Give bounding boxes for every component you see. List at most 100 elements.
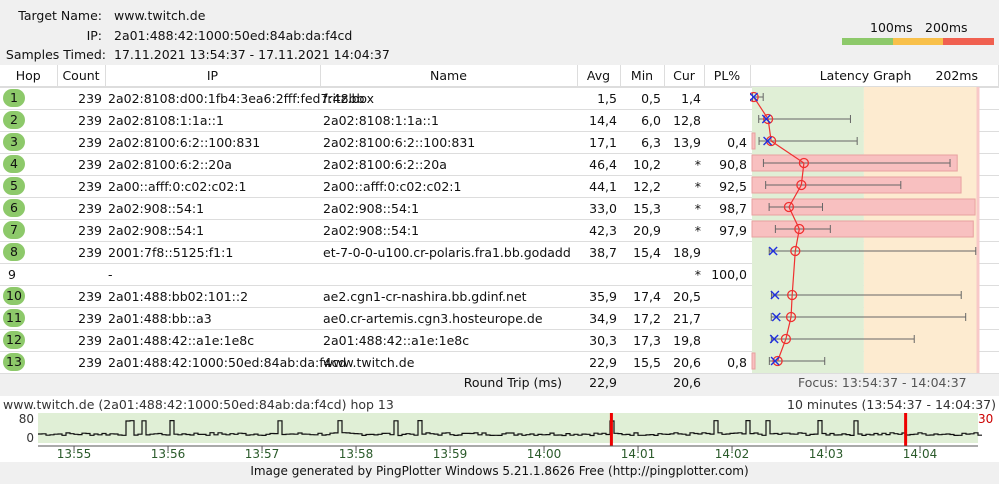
hop-name: 2a02:908::54:1: [320, 219, 577, 242]
hop-avg: 22,9: [577, 351, 620, 374]
col-name[interactable]: Name: [320, 65, 578, 88]
col-latency-graph[interactable]: Latency Graph 202ms: [750, 65, 999, 88]
hop-pl: 92,5: [704, 175, 750, 198]
x-tick-label: 14:01: [621, 447, 656, 461]
hop-badge: 2: [3, 111, 25, 129]
samples-timed: 17.11.2021 13:54:37 - 17.11.2021 14:04:3…: [114, 47, 390, 62]
hop-count: 239: [57, 285, 105, 308]
hop-badge: 7: [3, 221, 25, 239]
hop-name: 2a01:488:42::a1e:1e8c: [320, 329, 577, 352]
hop-badge: 8: [3, 243, 25, 261]
hop-avg: 14,4: [577, 109, 620, 132]
hop-min: [620, 263, 664, 286]
hop-count: 239: [57, 219, 105, 242]
hop-pl: 0,4: [704, 131, 750, 154]
hop-min: 6,3: [620, 131, 664, 154]
hop-cur: *: [664, 263, 704, 286]
hop-ip: 2a01:488:bb02:101::2: [105, 285, 320, 308]
ip-label: IP:: [86, 28, 102, 43]
hop-count: [57, 263, 105, 286]
col-min[interactable]: Min: [620, 65, 665, 88]
timeline-range: 10 minutes (13:54:37 - 14:04:37): [787, 397, 996, 412]
hop-cur: *: [664, 197, 704, 220]
hop-min: 15,3: [620, 197, 664, 220]
hop-cur: 12,8: [664, 109, 704, 132]
hop-name: 2a02:8108:1:1a::1: [320, 109, 577, 132]
x-tick-label: 14:00: [527, 447, 562, 461]
x-tick-label: 13:59: [433, 447, 468, 461]
hop-avg: 17,1: [577, 131, 620, 154]
hop-ip: 2a01:488:42:1000:50ed:84ab:da:f4cd: [105, 351, 346, 374]
col-hop[interactable]: Hop: [0, 65, 58, 88]
hop-avg: 38,7: [577, 241, 620, 264]
timeline-bg: [38, 413, 978, 443]
hop-ip: 2a02:8108:d00:1fb4:3ea6:2fff:fed7:48bb: [105, 87, 364, 110]
hop-count: 239: [57, 329, 105, 352]
timeline-panel[interactable]: 80 0 30 13:55 13:56 13:57 13:58 13:59 14:00 14…: [0, 396, 999, 462]
hop-badge: 13: [3, 353, 25, 371]
hop-name: 2a02:8100:6:2::20a: [320, 153, 577, 176]
round-trip-label: Round Trip (ms): [463, 375, 562, 390]
hop-avg: [577, 263, 620, 286]
hop-cur: *: [664, 219, 704, 242]
hop-ip: 2a01:488:bb::a3: [105, 307, 320, 330]
round-trip-cur: 20,6: [673, 375, 701, 390]
hop-badge: 6: [3, 199, 25, 217]
y-bottom-label: 0: [26, 431, 34, 445]
hop-name: 2a00::afff:0:c02:c02:1: [320, 175, 577, 198]
col-cur[interactable]: Cur: [664, 65, 705, 88]
hop-name: ae0.cr-artemis.cgn3.hosteurope.de: [320, 307, 577, 330]
hop-count: 239: [57, 197, 105, 220]
hop-min: 17,2: [620, 307, 664, 330]
round-trip-avg: 22,9: [589, 375, 617, 390]
footer-credit: Image generated by PingPlotter Windows 5…: [250, 464, 749, 478]
hop-cur: 20,6: [664, 351, 704, 374]
target-ip: 2a01:488:42:1000:50ed:84ab:da:f4cd: [114, 28, 353, 43]
round-trip-row: Round Trip (ms) 22,9 20,6 Focus: 13:54:3…: [0, 372, 999, 394]
hop-cur: 21,7: [664, 307, 704, 330]
hop-name: www.twitch.de: [320, 351, 577, 374]
focus-range: Focus: 13:54:37 - 14:04:37: [798, 375, 967, 390]
hop-avg: 42,3: [577, 219, 620, 242]
x-tick-label: 13:57: [245, 447, 280, 461]
hop-pl: 100,0: [704, 263, 750, 286]
hop-cur: 19,8: [664, 329, 704, 352]
hop-pl: [704, 87, 750, 110]
hop-min: 17,4: [620, 285, 664, 308]
hop-min: 0,5: [620, 87, 664, 110]
timeline-right-label: 30: [978, 412, 993, 426]
hop-avg: 46,4: [577, 153, 620, 176]
hop-ip: 2a02:8108:1:1a::1: [105, 109, 320, 132]
hop-min: 17,3: [620, 329, 664, 352]
latency-graph-label: Latency Graph: [819, 68, 912, 83]
hop-ip: 2a00::afff:0:c02:c02:1: [105, 175, 320, 198]
hop-name: et-7-0-0-u100.cr-polaris.fra1.bb.godadd: [320, 241, 577, 264]
hop-badge: 1: [3, 89, 25, 108]
hop-avg: 34,9: [577, 307, 620, 330]
hop-badge: 4: [3, 155, 25, 173]
hop-ip: -: [105, 263, 320, 286]
hop-pl: 0,8: [704, 351, 750, 374]
hop-count: 239: [57, 153, 105, 176]
x-tick-label: 14:02: [715, 447, 750, 461]
hop-cur: 1,4: [664, 87, 704, 110]
hop-cur: 18,9: [664, 241, 704, 264]
hop-pl: 98,7: [704, 197, 750, 220]
hop-cur: 13,9: [664, 131, 704, 154]
col-count[interactable]: Count: [57, 65, 106, 88]
col-ip[interactable]: IP: [105, 65, 321, 88]
hop-pl: [704, 329, 750, 352]
timeline-title: www.twitch.de (2a01:488:42:1000:50ed:84a…: [3, 397, 394, 412]
hop-avg: 33,0: [577, 197, 620, 220]
hop-cur: *: [664, 175, 704, 198]
hop-min: 12,2: [620, 175, 664, 198]
hop-badge: 3: [3, 133, 25, 151]
col-avg[interactable]: Avg: [577, 65, 621, 88]
hop-count: 239: [57, 351, 105, 374]
hop-min: 15,4: [620, 241, 664, 264]
hop-ip: 2a02:908::54:1: [105, 219, 320, 242]
legend-color-bar: [842, 38, 995, 45]
col-pl[interactable]: PL%: [704, 65, 751, 88]
x-tick-label: 14:03: [809, 447, 844, 461]
hop-name: 2a02:8100:6:2::100:831: [320, 131, 577, 154]
